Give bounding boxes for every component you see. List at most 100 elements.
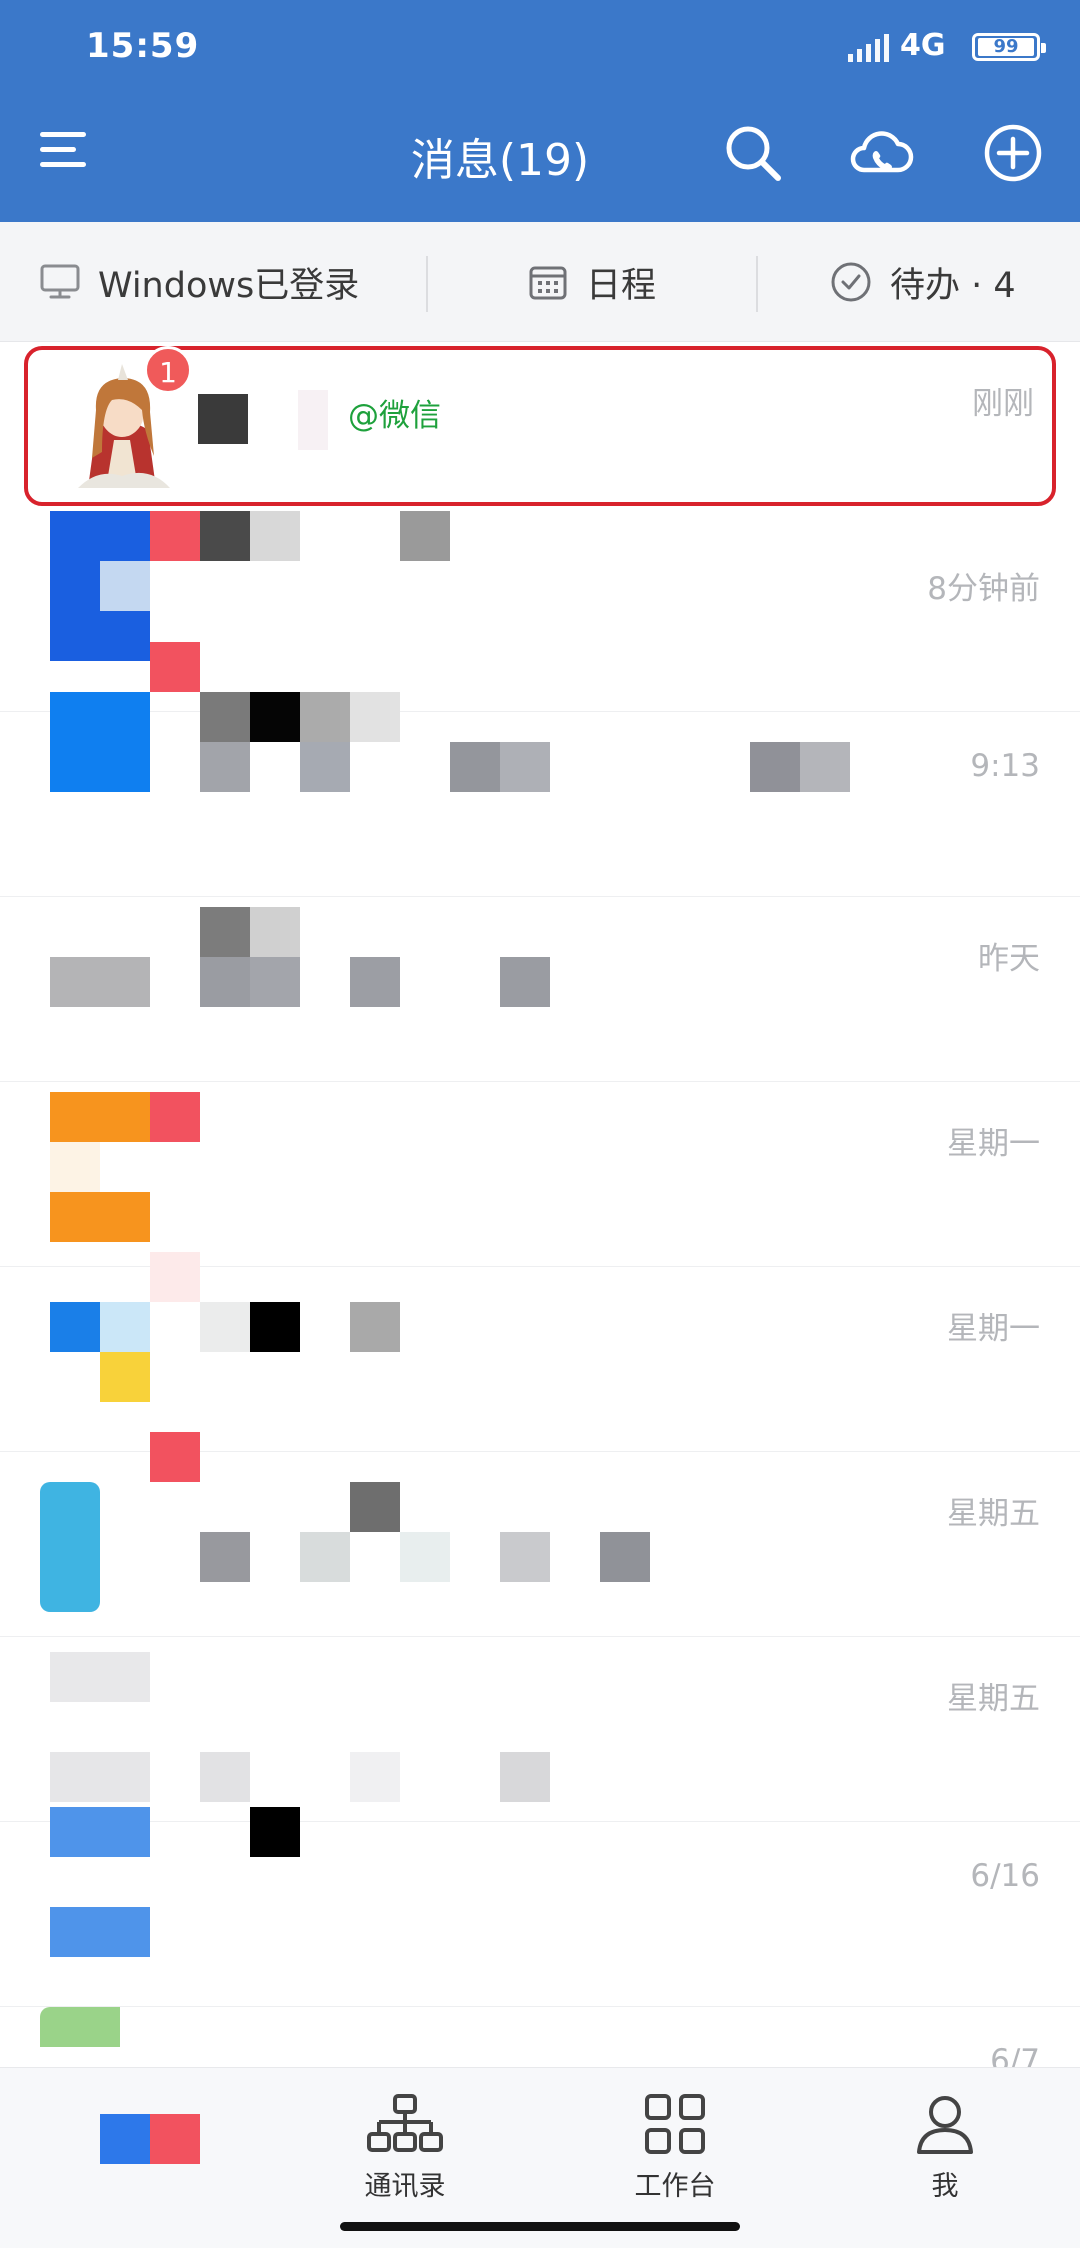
- menu-button[interactable]: [40, 130, 90, 170]
- unread-badge: 1: [144, 346, 192, 394]
- redacted-block: [250, 511, 300, 561]
- message-row-highlighted[interactable]: 1 @微信 刚刚: [24, 346, 1056, 506]
- avatar: [50, 692, 150, 792]
- todo-shortcut[interactable]: 待办 · 4: [830, 222, 1016, 342]
- redacted-block: [250, 907, 300, 957]
- avatar: [40, 1482, 100, 1612]
- tab-workbench[interactable]: 工作台: [595, 2092, 755, 2203]
- redacted-block: [150, 642, 200, 692]
- avatar: [50, 1807, 150, 1857]
- app-header: 15:59 4G 99 消息(19): [0, 0, 1080, 222]
- cloud-call-button[interactable]: [848, 120, 914, 186]
- avatar: [50, 1302, 100, 1352]
- windows-login-label: Windows已登录: [98, 265, 360, 306]
- search-button[interactable]: [720, 120, 786, 186]
- redacted-block: [200, 511, 250, 561]
- message-row[interactable]: 星期五: [0, 1637, 1080, 1822]
- bottom-tab-bar: 通讯录 工作台 我: [0, 2067, 1080, 2248]
- plus-circle-icon: [984, 124, 1042, 182]
- redacted-block: [150, 1252, 200, 1302]
- message-row[interactable]: 9:13: [0, 642, 1080, 897]
- battery-icon: 99: [972, 33, 1046, 61]
- avatar: [50, 957, 150, 1007]
- message-time: 6/16: [970, 1858, 1040, 1894]
- redacted-block: [200, 692, 250, 742]
- page-title: 消息(19): [410, 135, 590, 186]
- message-time: 6/7: [990, 2043, 1040, 2067]
- schedule-shortcut[interactable]: 日程: [528, 222, 656, 342]
- redacted-block: [200, 907, 250, 957]
- redacted-block: [50, 1752, 150, 1802]
- message-time: 星期五: [947, 1496, 1040, 1532]
- redacted-block: [150, 511, 200, 561]
- redacted-block: [250, 1807, 300, 1857]
- home-indicator[interactable]: [340, 2222, 740, 2231]
- schedule-label: 日程: [586, 265, 657, 306]
- divider: [426, 256, 428, 312]
- redacted-block: [350, 1752, 400, 1802]
- message-list: 1 @微信 刚刚 8分钟前 9:13 昨天 星期一 星期一 星期五 星期五 6/…: [0, 342, 1080, 2067]
- message-time: 星期一: [947, 1311, 1040, 1347]
- message-row[interactable]: 星期五: [0, 1432, 1080, 1637]
- tab-contacts-label: 通讯录: [364, 2171, 446, 2202]
- workbench-icon: [645, 2094, 705, 2154]
- redacted-block: [750, 742, 800, 792]
- redacted-block: [350, 957, 400, 1007]
- search-icon: [726, 126, 781, 181]
- battery-level: 99: [978, 38, 1034, 56]
- tab-workbench-label: 工作台: [634, 2171, 716, 2202]
- redacted-block: [300, 742, 350, 792]
- windows-login-status[interactable]: Windows已登录: [40, 222, 359, 342]
- redacted-block: [100, 561, 150, 611]
- redacted-block: [100, 1302, 150, 1352]
- redacted-block: [350, 1482, 400, 1532]
- message-row[interactable]: 6/7: [0, 2007, 1080, 2067]
- redacted-block: [300, 692, 350, 742]
- message-row[interactable]: 6/16: [0, 1807, 1080, 2007]
- avatar: [50, 1652, 150, 1702]
- redacted-block: [250, 957, 300, 1007]
- tab-me[interactable]: 我: [865, 2092, 1025, 2203]
- avatar: [50, 1092, 150, 1142]
- message-time: 8分钟前: [927, 571, 1040, 607]
- redacted-block: [400, 511, 450, 561]
- redacted-block: [400, 1532, 450, 1582]
- message-row[interactable]: 星期一: [0, 1252, 1080, 1452]
- check-circle-icon: [831, 262, 871, 302]
- redacted-block: [450, 742, 500, 792]
- redacted-block: [250, 692, 300, 742]
- message-time: 星期五: [947, 1681, 1040, 1717]
- signal-icon: [848, 32, 889, 62]
- network-type: 4G: [900, 28, 946, 63]
- monitor-icon: [40, 264, 80, 299]
- avatar: [40, 2007, 120, 2047]
- redacted-block: [100, 1352, 150, 1402]
- message-time: 9:13: [970, 748, 1040, 784]
- redacted-block: [150, 1092, 200, 1142]
- tab-contacts[interactable]: 通讯录: [325, 2092, 485, 2203]
- message-time: 刚刚: [972, 386, 1034, 422]
- message-row[interactable]: 星期一: [0, 1082, 1080, 1267]
- redacted-block: [300, 1532, 350, 1582]
- mention-text: @微信: [348, 398, 441, 434]
- redacted-block: [200, 1302, 250, 1352]
- redacted-block: [500, 1532, 550, 1582]
- redacted-block: [50, 1907, 150, 1957]
- redacted-block: [500, 1752, 550, 1802]
- messages-icon: [100, 2114, 200, 2164]
- contacts-icon: [367, 2094, 443, 2152]
- redacted-block: [200, 957, 250, 1007]
- divider: [756, 256, 758, 312]
- message-row[interactable]: 昨天: [0, 897, 1080, 1082]
- add-button[interactable]: [980, 120, 1046, 186]
- message-time: 星期一: [947, 1126, 1040, 1162]
- redacted-block: [250, 1302, 300, 1352]
- message-time: 昨天: [978, 941, 1040, 977]
- redacted-block: [350, 692, 400, 742]
- redacted-block: [500, 742, 550, 792]
- redacted-block: [200, 1532, 250, 1582]
- redacted-block: [600, 1532, 650, 1582]
- redacted-block: [500, 957, 550, 1007]
- redacted-block: [200, 1752, 250, 1802]
- tab-messages[interactable]: [70, 2092, 230, 2164]
